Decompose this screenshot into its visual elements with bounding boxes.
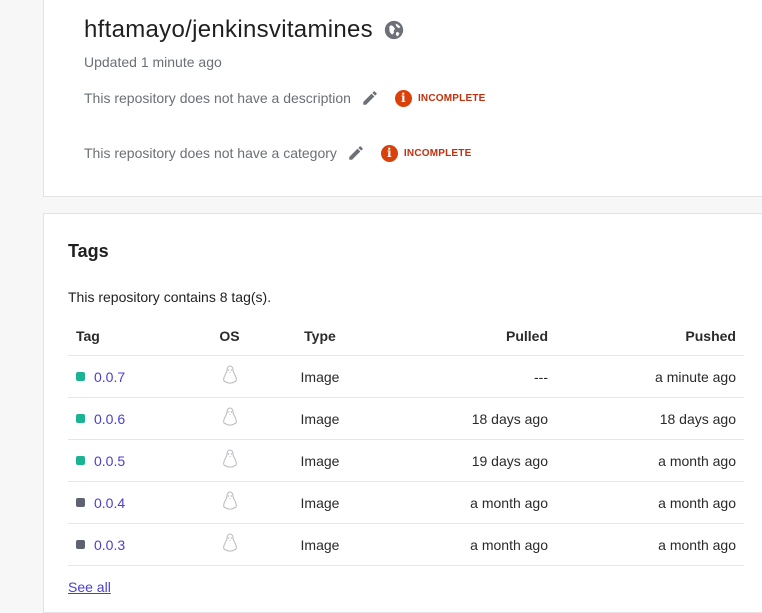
tag-cell: 0.0.4 <box>76 482 125 523</box>
tag-cell: 0.0.5 <box>76 440 125 481</box>
type-cell: Image <box>300 410 340 427</box>
status-dot <box>76 540 85 549</box>
table-row: 0.0.4 Image a month ago a month ago <box>68 482 744 524</box>
pulled-cell: --- <box>534 368 548 385</box>
tag-link[interactable]: 0.0.7 <box>94 369 125 385</box>
description-row: This repository does not have a descript… <box>84 89 486 107</box>
os-cell <box>208 356 251 397</box>
status-dot <box>76 372 85 381</box>
table-row: 0.0.5 Image 19 days ago a month ago <box>68 440 744 482</box>
pencil-icon[interactable] <box>347 144 365 162</box>
updated-timestamp: Updated 1 minute ago <box>84 54 222 70</box>
linux-icon <box>221 491 239 514</box>
column-header-pulled[interactable]: Pulled <box>506 317 548 355</box>
tag-cell: 0.0.6 <box>76 398 125 439</box>
tag-cell: 0.0.7 <box>76 356 125 397</box>
tag-link[interactable]: 0.0.5 <box>94 453 125 469</box>
tags-count-text: This repository contains 8 tag(s). <box>68 289 272 305</box>
tag-link[interactable]: 0.0.6 <box>94 411 125 427</box>
category-text: This repository does not have a category <box>84 145 337 161</box>
tags-table: Tag OS Type Pulled Pushed 0.0.7 Image --- a… <box>68 317 744 566</box>
tag-link[interactable]: 0.0.3 <box>94 537 125 553</box>
linux-icon <box>221 407 239 430</box>
pulled-cell: a month ago <box>470 494 548 511</box>
linux-icon <box>221 533 239 556</box>
incomplete-label: INCOMPLETE <box>403 147 472 159</box>
incomplete-label: INCOMPLETE <box>417 92 486 104</box>
pushed-cell: 18 days ago <box>659 410 736 427</box>
pulled-cell: 18 days ago <box>471 410 548 427</box>
os-cell <box>208 482 251 523</box>
pushed-cell: a minute ago <box>655 368 736 385</box>
linux-icon <box>221 449 239 472</box>
repository-name: hftamayo/jenkinsvitamines <box>84 16 373 43</box>
repository-header-card: hftamayo/jenkinsvitamines Updated 1 minu… <box>43 0 762 197</box>
tag-link[interactable]: 0.0.4 <box>94 495 125 511</box>
pulled-cell: a month ago <box>470 536 548 553</box>
tags-card: Tags This repository contains 8 tag(s). … <box>43 213 762 613</box>
table-row: 0.0.3 Image a month ago a month ago <box>68 524 744 566</box>
info-icon: i <box>380 144 398 162</box>
column-header-pushed[interactable]: Pushed <box>685 317 736 355</box>
pencil-icon[interactable] <box>361 89 379 107</box>
category-row: This repository does not have a category… <box>84 144 471 162</box>
tags-title: Tags <box>68 241 109 261</box>
column-header-os: OS <box>219 328 240 344</box>
linux-icon <box>221 365 239 388</box>
pushed-cell: a month ago <box>658 536 736 553</box>
tag-cell: 0.0.3 <box>76 524 125 565</box>
description-text: This repository does not have a descript… <box>84 90 351 106</box>
table-header-row: Tag OS Type Pulled Pushed <box>68 317 744 356</box>
status-dot <box>76 498 85 507</box>
pushed-cell: a month ago <box>658 494 736 511</box>
repository-title: hftamayo/jenkinsvitamines <box>84 16 405 44</box>
pushed-cell: a month ago <box>658 452 736 469</box>
column-header-type: Type <box>304 328 336 344</box>
type-cell: Image <box>300 536 340 553</box>
type-cell: Image <box>300 368 340 385</box>
os-cell <box>208 440 251 481</box>
os-cell <box>208 524 251 565</box>
table-row: 0.0.7 Image --- a minute ago <box>68 356 744 398</box>
column-header-tag[interactable]: Tag <box>76 317 100 355</box>
status-dot <box>76 456 85 465</box>
info-icon: i <box>394 89 412 107</box>
os-cell <box>208 398 251 439</box>
globe-icon <box>384 20 404 40</box>
type-cell: Image <box>300 452 340 469</box>
see-all-link[interactable]: See all <box>68 579 111 595</box>
incomplete-badge: i INCOMPLETE <box>380 144 472 162</box>
table-row: 0.0.6 Image 18 days ago 18 days ago <box>68 398 744 440</box>
incomplete-badge: i INCOMPLETE <box>394 89 486 107</box>
pulled-cell: 19 days ago <box>471 452 548 469</box>
type-cell: Image <box>300 494 340 511</box>
status-dot <box>76 414 85 423</box>
